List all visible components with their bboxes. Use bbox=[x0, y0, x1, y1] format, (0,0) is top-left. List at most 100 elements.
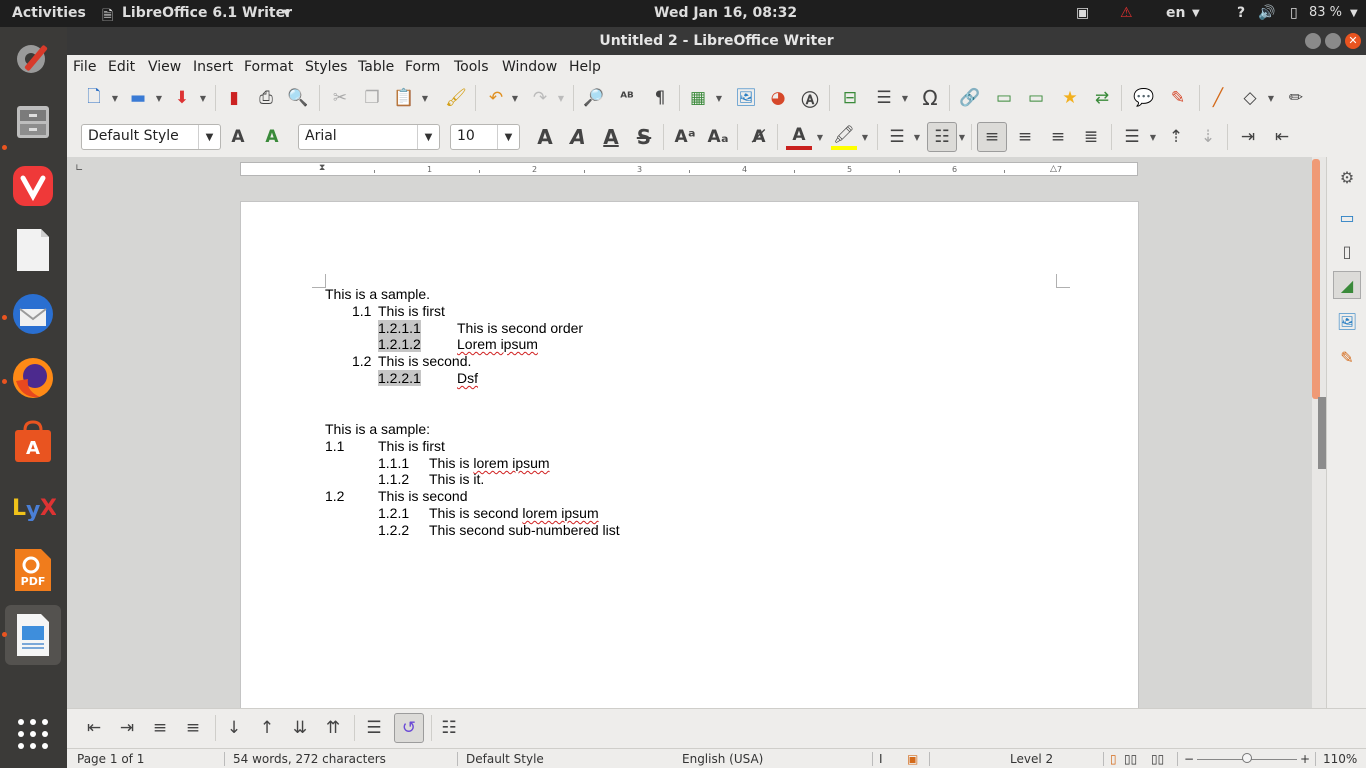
promote-with-subpoints-icon[interactable]: ≡ bbox=[147, 715, 173, 741]
move-item-down-icon[interactable]: ↓ bbox=[221, 715, 247, 741]
list-item-text[interactable]: This is second bbox=[378, 488, 467, 504]
list-item-text[interactable]: This is second. bbox=[378, 353, 471, 369]
outline-level-indicator[interactable]: Level 2 bbox=[1010, 752, 1053, 766]
new-document-icon[interactable]: 🗋 bbox=[81, 85, 107, 111]
endnote-icon[interactable]: ▭ bbox=[1023, 85, 1049, 111]
track-changes-icon[interactable]: ✎ bbox=[1165, 85, 1191, 111]
paste-icon[interactable]: 📋 bbox=[391, 85, 417, 111]
paste-dropdown-icon[interactable]: ▼ bbox=[421, 85, 429, 111]
battery-percent[interactable]: 83 % bbox=[1309, 5, 1342, 20]
shapes-dropdown-icon[interactable]: ▼ bbox=[1267, 85, 1275, 111]
show-applications-icon[interactable] bbox=[8, 709, 58, 759]
scrollbar-thumb[interactable] bbox=[1312, 159, 1320, 399]
document-modified-icon[interactable]: ▣ bbox=[907, 752, 918, 766]
open-dropdown-icon[interactable]: ▼ bbox=[155, 85, 163, 111]
single-page-view-icon[interactable]: ▯ bbox=[1110, 752, 1117, 766]
insert-text-box-icon[interactable]: Ⓐ bbox=[797, 85, 823, 111]
left-indent-marker-icon[interactable]: ⧗ bbox=[319, 163, 325, 173]
right-indent-marker-icon[interactable]: △ bbox=[1050, 164, 1057, 174]
misspelled-text[interactable]: Dsf bbox=[457, 370, 478, 386]
sidebar-gallery-icon[interactable]: 🖼 bbox=[1333, 307, 1361, 335]
zoom-in-icon[interactable]: + bbox=[1300, 752, 1310, 766]
misspelled-text[interactable]: lorem ipsum bbox=[473, 455, 549, 471]
basic-shapes-icon[interactable]: ◇ bbox=[1237, 85, 1263, 111]
paragraph-heading[interactable]: This is a sample. bbox=[325, 286, 430, 302]
sidebar-properties-icon[interactable]: ▭ bbox=[1333, 203, 1361, 231]
menu-styles[interactable]: Styles bbox=[305, 59, 347, 75]
unordered-list-dropdown-icon[interactable]: ▼ bbox=[913, 124, 921, 150]
insert-field-icon[interactable]: ☰ bbox=[871, 85, 897, 111]
menu-tools[interactable]: Tools bbox=[454, 59, 489, 75]
move-item-up-icon[interactable]: ↑ bbox=[254, 715, 280, 741]
insert-mode-icon[interactable]: I bbox=[879, 752, 883, 766]
language-status[interactable]: English (USA) bbox=[682, 752, 763, 766]
menu-edit[interactable]: Edit bbox=[108, 59, 135, 75]
page-style-indicator[interactable]: Default Style bbox=[466, 752, 544, 766]
font-size-combo[interactable]: 10 ▼ bbox=[450, 124, 520, 150]
pdf-editor-icon[interactable]: PDF bbox=[8, 545, 58, 595]
highlight-dropdown-icon[interactable]: ▼ bbox=[861, 124, 869, 150]
line-spacing-icon[interactable]: ☰ bbox=[1119, 124, 1145, 150]
font-color-icon[interactable]: A bbox=[786, 124, 812, 150]
line-draw-icon[interactable]: ╱ bbox=[1205, 85, 1231, 111]
blank-document-icon[interactable] bbox=[8, 225, 58, 275]
special-character-icon[interactable]: Ω bbox=[917, 85, 943, 111]
menu-file[interactable]: File bbox=[73, 59, 96, 75]
horizontal-ruler[interactable]: ∟ 1 2 3 4 5 6 7 ⧗ △ bbox=[67, 157, 1312, 183]
restart-numbering-icon[interactable]: ↺ bbox=[394, 713, 424, 743]
zoom-slider-thumb[interactable] bbox=[1242, 753, 1252, 763]
menu-view[interactable]: View bbox=[148, 59, 181, 75]
language-indicator[interactable]: en bbox=[1166, 5, 1185, 21]
decrease-indent-icon[interactable]: ⇤ bbox=[1269, 124, 1295, 150]
bold-icon[interactable]: A bbox=[532, 124, 558, 150]
menu-insert[interactable]: Insert bbox=[193, 59, 233, 75]
find-replace-icon[interactable]: 🔎 bbox=[581, 85, 607, 111]
hyperlink-icon[interactable]: 🔗 bbox=[957, 85, 983, 111]
insert-chart-icon[interactable]: ◕ bbox=[765, 85, 791, 111]
spelling-icon[interactable]: ᴬᴮ bbox=[614, 85, 640, 111]
unordered-list-icon[interactable]: ☰ bbox=[884, 124, 910, 150]
misspelled-text[interactable]: Lorem ipsum bbox=[457, 336, 538, 352]
menu-window[interactable]: Window bbox=[502, 59, 557, 75]
paragraph-style-chevron-icon[interactable]: ▼ bbox=[198, 125, 220, 149]
justify-icon[interactable]: ≣ bbox=[1078, 124, 1104, 150]
highlight-color-icon[interactable]: 🖍 bbox=[831, 124, 857, 150]
list-item-text[interactable]: This is first bbox=[378, 438, 445, 454]
list-item[interactable]: 1.2.2.1 bbox=[378, 370, 421, 386]
cross-reference-icon[interactable]: ⇄ bbox=[1089, 85, 1115, 111]
zoom-level[interactable]: 110% bbox=[1323, 752, 1357, 766]
insert-page-break-icon[interactable]: ⊟ bbox=[837, 85, 863, 111]
cut-icon[interactable]: ✂ bbox=[327, 85, 353, 111]
software-center-icon[interactable]: A bbox=[8, 417, 58, 467]
list-item-text[interactable]: Lorem ipsum bbox=[457, 336, 538, 352]
minimize-icon[interactable] bbox=[1305, 33, 1321, 49]
list-item-text[interactable]: This second sub-numbered list bbox=[429, 522, 620, 538]
ordered-list-dropdown-icon[interactable]: ▼ bbox=[958, 124, 966, 150]
screenshot-tray-icon[interactable]: ▣ bbox=[1076, 5, 1089, 21]
system-menu-chevron-icon[interactable]: ▼ bbox=[1350, 8, 1358, 19]
maximize-icon[interactable] bbox=[1325, 33, 1341, 49]
redo-icon[interactable]: ↷ bbox=[527, 85, 553, 111]
move-item-up-with-subpoints-icon[interactable]: ⇈ bbox=[320, 715, 346, 741]
demote-with-subpoints-icon[interactable]: ≡ bbox=[180, 715, 206, 741]
activities-button[interactable]: Activities bbox=[12, 5, 86, 21]
volume-icon[interactable]: 🔊 bbox=[1258, 5, 1275, 21]
book-view-icon[interactable]: ▯▯ bbox=[1151, 752, 1164, 766]
firefox-browser-icon[interactable] bbox=[8, 353, 58, 403]
line-spacing-dropdown-icon[interactable]: ▼ bbox=[1149, 124, 1157, 150]
help-indicator[interactable]: ? bbox=[1237, 5, 1245, 21]
ordered-list-icon[interactable]: ☷ bbox=[927, 122, 957, 152]
update-style-icon[interactable]: A bbox=[225, 124, 251, 150]
insert-unnumbered-entry-icon[interactable]: ☰ bbox=[361, 715, 387, 741]
font-size-chevron-icon[interactable]: ▼ bbox=[497, 125, 519, 149]
file-cabinet-icon[interactable] bbox=[8, 97, 58, 147]
bullets-numbering-dialog-icon[interactable]: ☷ bbox=[436, 715, 462, 741]
strikethrough-icon[interactable]: S bbox=[631, 124, 657, 150]
undo-dropdown-icon[interactable]: ▼ bbox=[511, 85, 519, 111]
ruler-bar[interactable]: 1 2 3 4 5 6 7 ⧗ △ bbox=[240, 162, 1138, 176]
paragraph-heading[interactable]: This is a sample: bbox=[325, 421, 430, 437]
vertical-scrollbar[interactable] bbox=[1312, 157, 1326, 708]
paragraph-style-combo[interactable]: Default Style ▼ bbox=[81, 124, 221, 150]
underline-icon[interactable]: A bbox=[598, 124, 624, 150]
sidebar-manage-changes-icon[interactable]: ✎ bbox=[1333, 343, 1361, 371]
